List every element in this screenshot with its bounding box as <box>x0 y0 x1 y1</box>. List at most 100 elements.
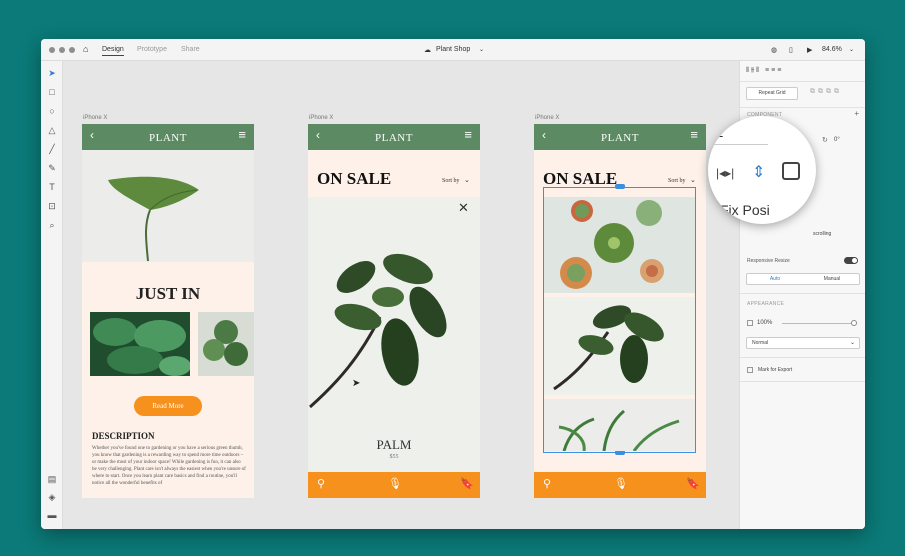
responsive-resize-toggle[interactable] <box>844 257 858 264</box>
blend-mode-value: Normal <box>752 340 769 346</box>
fit-content-icon[interactable] <box>782 162 800 180</box>
chevron-down-icon: ⌄ <box>849 340 855 346</box>
zoom-level[interactable]: 84.6% <box>822 46 842 53</box>
app-header: ‹ PLANT ≡ <box>534 124 706 150</box>
fix-vertical-icon[interactable]: ⇕ <box>752 162 765 182</box>
resize-mode-segmented: Auto Manual <box>746 273 860 285</box>
bookmark-icon[interactable]: 🔖 <box>686 477 700 490</box>
polygon-tool-icon[interactable]: △ <box>46 124 58 136</box>
tab-share[interactable]: Share <box>181 46 200 53</box>
opacity-value[interactable]: 100% <box>757 320 772 326</box>
plugins-icon[interactable]: ▬ <box>46 509 58 521</box>
artboard-just-in[interactable]: ‹ PLANT ≡ JUST IN Read More DESCRIPTION … <box>82 124 254 498</box>
brand-logo: PLANT <box>601 132 639 144</box>
menu-icon[interactable]: ≡ <box>464 127 472 142</box>
zoom-window-button[interactable] <box>69 47 75 53</box>
ellipse-tool-icon[interactable]: ○ <box>46 105 58 117</box>
opacity-slider-knob[interactable] <box>851 320 857 326</box>
chevron-down-icon[interactable]: ⌄ <box>479 46 484 53</box>
document-title[interactable]: Plant Shop <box>436 46 470 53</box>
opacity-slider[interactable] <box>782 320 857 326</box>
title-bar: ⌂ Design Prototype Share ☁ Plant Shop ⌄ … <box>41 39 865 61</box>
product-price: $55 <box>389 454 399 460</box>
hero-leaf-image <box>82 150 254 262</box>
mark-for-export-checkbox[interactable] <box>747 367 753 373</box>
tab-design[interactable]: Design <box>102 46 124 56</box>
mouse-cursor-icon: ➤ <box>352 378 361 389</box>
menu-icon[interactable]: ≡ <box>690 127 698 142</box>
appearance-section-label: APPEARANCE <box>747 301 785 307</box>
mark-for-export-label: Mark for Export <box>758 367 793 373</box>
read-more-button[interactable]: Read More <box>134 396 202 416</box>
artboard-label[interactable]: iPhone X <box>309 115 333 121</box>
add-component-icon[interactable]: + <box>854 109 859 118</box>
product-name: PALM <box>376 437 412 452</box>
play-icon[interactable]: ▶ <box>807 46 812 54</box>
bookmark-icon[interactable]: 🔖 <box>460 477 474 490</box>
width-value[interactable]: 582 <box>708 124 723 140</box>
product-thumbnail[interactable] <box>90 312 190 376</box>
scrolling-label: scrolling <box>813 231 832 237</box>
home-icon[interactable]: ⌂ <box>83 44 88 54</box>
minimize-window-button[interactable] <box>59 47 65 53</box>
bottom-nav: ⚲ 🎙 🔖 <box>534 472 706 498</box>
layers-icon[interactable]: ◈ <box>46 491 58 503</box>
user-icon[interactable]: ◍ <box>771 46 777 54</box>
selection-handle-top[interactable] <box>615 184 625 189</box>
tab-prototype[interactable]: Prototype <box>137 46 167 53</box>
chevron-down-icon[interactable]: ⌄ <box>690 176 696 184</box>
app-header: ‹ PLANT ≡ <box>308 124 480 150</box>
align-tools-icon[interactable]: ⫴⫵⫴ ≡≡≡ <box>746 67 783 75</box>
sort-by-dropdown[interactable]: Sort by <box>442 178 460 184</box>
responsive-resize-label: Responsive Resize <box>747 258 790 264</box>
rectangle-tool-icon[interactable]: □ <box>46 86 58 98</box>
fiddle-leaf-image <box>544 297 695 395</box>
design-canvas[interactable]: iPhone X ‹ PLANT ≡ JUST IN Read More DES… <box>63 61 739 529</box>
on-sale-heading: ON SALE <box>543 169 618 188</box>
resize-auto-option[interactable]: Auto <box>747 276 803 282</box>
app-header: ‹ PLANT ≡ <box>82 124 254 150</box>
artboard-on-sale-grid[interactable]: ‹ PLANT ≡ ON SALE Sort by ⌄ ⚲ 🎙 🔖 <box>534 124 706 498</box>
search-icon[interactable]: ⚲ <box>543 477 551 490</box>
pin-left-right-icon[interactable]: |◂▸| <box>716 166 734 180</box>
fern-image <box>544 399 695 451</box>
blend-mode-select[interactable]: Normal ⌄ <box>746 337 860 349</box>
boolean-ops-icon[interactable]: ⧉⧉⧉⧉ <box>810 88 842 96</box>
brand-logo: PLANT <box>149 132 187 144</box>
text-tool-icon[interactable]: T <box>46 181 58 193</box>
select-tool-icon[interactable]: ➤ <box>46 67 58 79</box>
zoom-tool-icon[interactable]: ⌕ <box>46 219 58 231</box>
chevron-down-icon[interactable]: ⌄ <box>464 176 470 184</box>
close-icon[interactable]: ✕ <box>458 200 469 216</box>
rotation-value[interactable]: 0° <box>834 137 840 143</box>
brand-logo: PLANT <box>375 132 413 144</box>
magnifier-callout: 582 |◂▸| ⇕ Fix Posi <box>708 116 816 224</box>
palm-product-image <box>308 197 480 472</box>
close-window-button[interactable] <box>49 47 55 53</box>
artboard-tool-icon[interactable]: ⊡ <box>46 200 58 212</box>
on-sale-heading: ON SALE <box>317 169 392 188</box>
rotation-icon: ↻ <box>822 137 828 144</box>
sort-by-dropdown[interactable]: Sort by <box>668 178 686 184</box>
opacity-icon <box>747 320 753 326</box>
fix-position-checkbox[interactable] <box>708 204 712 214</box>
artboard-product-detail[interactable]: ‹ PLANT ≡ ON SALE Sort by ⌄ ✕ PALM $55 ⚲ <box>308 124 480 498</box>
line-tool-icon[interactable]: ╱ <box>46 143 58 155</box>
search-icon[interactable]: ⚲ <box>317 477 325 490</box>
document-assets-icon[interactable]: ▤ <box>46 473 58 485</box>
pen-tool-icon[interactable]: ✎ <box>46 162 58 174</box>
app-window: ⌂ Design Prototype Share ☁ Plant Shop ⌄ … <box>41 39 865 529</box>
resize-manual-option[interactable]: Manual <box>804 276 860 282</box>
fix-position-label: Fix Posi <box>720 202 770 218</box>
microphone-icon[interactable]: 🎙 <box>388 477 402 490</box>
menu-icon[interactable]: ≡ <box>238 127 246 142</box>
zoom-chevron-icon[interactable]: ⌄ <box>849 46 854 53</box>
artboard-label[interactable]: iPhone X <box>83 115 107 121</box>
device-preview-icon[interactable]: ▯ <box>789 46 793 54</box>
artboard-label[interactable]: iPhone X <box>535 115 559 121</box>
description-body: Whether you've found one to gardening or… <box>92 446 246 486</box>
microphone-icon[interactable]: 🎙 <box>614 477 628 490</box>
cloud-icon: ☁ <box>424 47 431 54</box>
product-thumbnail[interactable] <box>198 312 254 376</box>
repeat-grid-button[interactable]: Repeat Grid <box>746 87 798 100</box>
